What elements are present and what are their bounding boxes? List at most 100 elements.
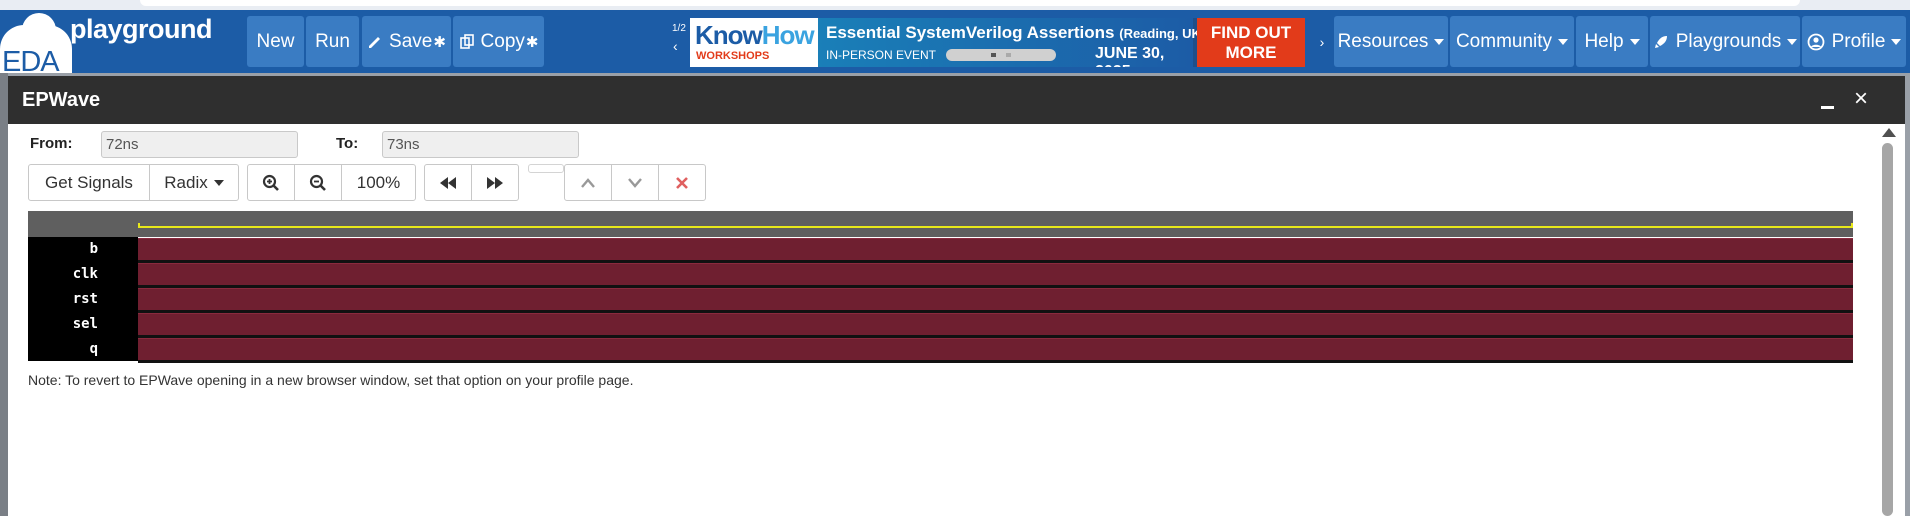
signal-name-sel[interactable]: sel	[28, 312, 98, 337]
new-button-label: New	[256, 30, 295, 52]
signal-row-divider	[138, 360, 1853, 363]
time-cursor-line[interactable]	[138, 226, 1853, 228]
signal-waveform-clk[interactable]	[138, 263, 1853, 285]
save-button[interactable]: Save ✱	[362, 16, 451, 67]
modal-header: EPWave ×	[8, 76, 1905, 124]
scroll-up-icon[interactable]	[1882, 128, 1896, 137]
zoom-in-icon	[262, 174, 279, 191]
ad-content: Essential SystemVerilog Assertions (Read…	[818, 18, 1205, 67]
chevron-left-icon: ‹	[673, 38, 678, 54]
unsaved-star: ✱	[433, 33, 446, 51]
workshops-label: WORKSHOPS	[696, 50, 770, 62]
playgrounds-menu-label: Playgrounds	[1675, 30, 1782, 52]
signal-name-q[interactable]: q	[28, 337, 98, 362]
copy-icon	[459, 33, 474, 49]
signal-name-b[interactable]: b	[28, 237, 98, 262]
top-navbar: EDA playground New Run Save ✱ Copy ✱ 1/2 ‹…	[0, 10, 1910, 78]
zoom-level-button[interactable]: 100%	[341, 164, 416, 201]
profile-menu-label: Profile	[1831, 30, 1886, 52]
get-signals-button[interactable]: Get Signals	[28, 164, 150, 201]
help-menu-label: Help	[1584, 30, 1624, 52]
knowhow-ad-banner[interactable]: KnowHow WORKSHOPS Essential SystemVerilo…	[690, 18, 1305, 67]
epwave-modal: EPWave × From: To: Get Signals Radix 100…	[8, 76, 1905, 516]
get-signals-label: Get Signals	[45, 172, 133, 192]
to-field[interactable]	[382, 131, 579, 158]
remove-icon	[676, 176, 688, 189]
run-button-label: Run	[315, 30, 350, 52]
zoom-level-label: 100%	[356, 172, 401, 192]
vertical-scrollbar[interactable]	[1873, 126, 1901, 516]
ad-headline: Essential SystemVerilog Assertions (Read…	[826, 23, 1206, 42]
scroll-thumb[interactable]	[1882, 143, 1893, 516]
address-bar[interactable]	[140, 0, 1800, 6]
minimize-icon[interactable]	[1818, 90, 1838, 110]
from-field[interactable]	[101, 131, 298, 158]
close-icon[interactable]: ×	[1849, 86, 1873, 112]
chevron-right-icon[interactable]: ›	[1309, 16, 1335, 67]
waveform-viewer[interactable]: b clk rst sel q	[28, 211, 1853, 363]
chevron-down-icon	[628, 177, 642, 188]
zoom-out-icon	[309, 174, 326, 191]
backdrop-edge	[0, 73, 8, 516]
pencil-icon	[369, 36, 381, 48]
zoom-in-button[interactable]	[247, 164, 295, 201]
rocket-icon	[1654, 35, 1667, 48]
copy-star: ✱	[525, 33, 539, 51]
copy-button-label: Copy	[480, 30, 525, 52]
signal-waveform-q[interactable]	[138, 338, 1853, 360]
next-edge-button[interactable]	[471, 164, 519, 201]
run-button[interactable]: Run	[306, 16, 359, 67]
copy-button[interactable]: Copy ✱	[453, 16, 544, 67]
signal-waveform-sel[interactable]	[138, 313, 1853, 335]
signal-name-rst[interactable]: rst	[28, 287, 98, 312]
profile-menu[interactable]: Profile	[1802, 16, 1906, 67]
edaplayground-logo[interactable]: EDA playground	[0, 10, 235, 78]
remove-signal-button[interactable]	[658, 164, 706, 201]
browser-tab-strip	[0, 0, 1910, 10]
signal-names-panel: b clk rst sel q	[28, 237, 138, 361]
find-out-more-button[interactable]: FIND OUT MORE	[1197, 18, 1305, 67]
time-ruler[interactable]	[28, 211, 1853, 237]
caret-down-icon	[1629, 38, 1640, 45]
modal-title: EPWave	[22, 89, 101, 111]
radix-dropdown[interactable]: Radix	[149, 164, 239, 201]
radix-label: Radix	[164, 172, 208, 192]
signal-name-clk[interactable]: clk	[28, 262, 98, 287]
fast-forward-icon	[487, 176, 503, 189]
caret-down-icon	[213, 179, 224, 186]
zoom-out-button[interactable]	[294, 164, 342, 201]
move-up-button[interactable]	[564, 164, 612, 201]
resources-menu[interactable]: Resources	[1334, 16, 1448, 67]
profile-note: Note: To revert to EPWave opening in a n…	[28, 372, 634, 388]
move-down-button[interactable]	[611, 164, 659, 201]
cursor-marker-end	[1851, 223, 1853, 228]
chevron-up-icon	[581, 177, 595, 188]
blank-toggle-button[interactable]	[528, 164, 564, 173]
carousel-counter: 1/2	[672, 23, 686, 34]
playgrounds-menu[interactable]: Playgrounds	[1650, 16, 1800, 67]
caret-down-icon	[1558, 38, 1569, 45]
ad-event-type: IN-PERSON EVENT	[826, 48, 937, 62]
knowhow-brand: KnowHow	[695, 20, 815, 50]
community-menu[interactable]: Community	[1450, 16, 1574, 67]
community-menu-label: Community	[1455, 30, 1553, 52]
signal-waveform-b[interactable]	[138, 238, 1853, 260]
from-label: From:	[30, 135, 73, 152]
resources-menu-label: Resources	[1337, 30, 1429, 52]
user-circle-icon	[1807, 33, 1824, 50]
knowhow-logo: KnowHow WORKSHOPS	[690, 18, 818, 67]
caret-down-icon	[1434, 38, 1445, 45]
signal-waveform-rst[interactable]	[138, 288, 1853, 310]
prev-edge-button[interactable]	[424, 164, 472, 201]
logo-playground-text: playground	[70, 14, 213, 44]
caret-down-icon	[1787, 38, 1798, 45]
fast-backward-icon	[440, 176, 456, 189]
help-menu[interactable]: Help	[1576, 16, 1648, 67]
save-button-label: Save	[389, 30, 433, 52]
carousel-prev-button[interactable]: 1/2 ‹	[664, 16, 690, 67]
page-root: EDA playground New Run Save ✱ Copy ✱ 1/2 ‹…	[0, 0, 1910, 516]
to-label: To:	[336, 135, 359, 152]
new-button[interactable]: New	[247, 16, 304, 67]
caret-down-icon	[1891, 38, 1902, 45]
ad-slide-indicator	[946, 49, 1056, 61]
